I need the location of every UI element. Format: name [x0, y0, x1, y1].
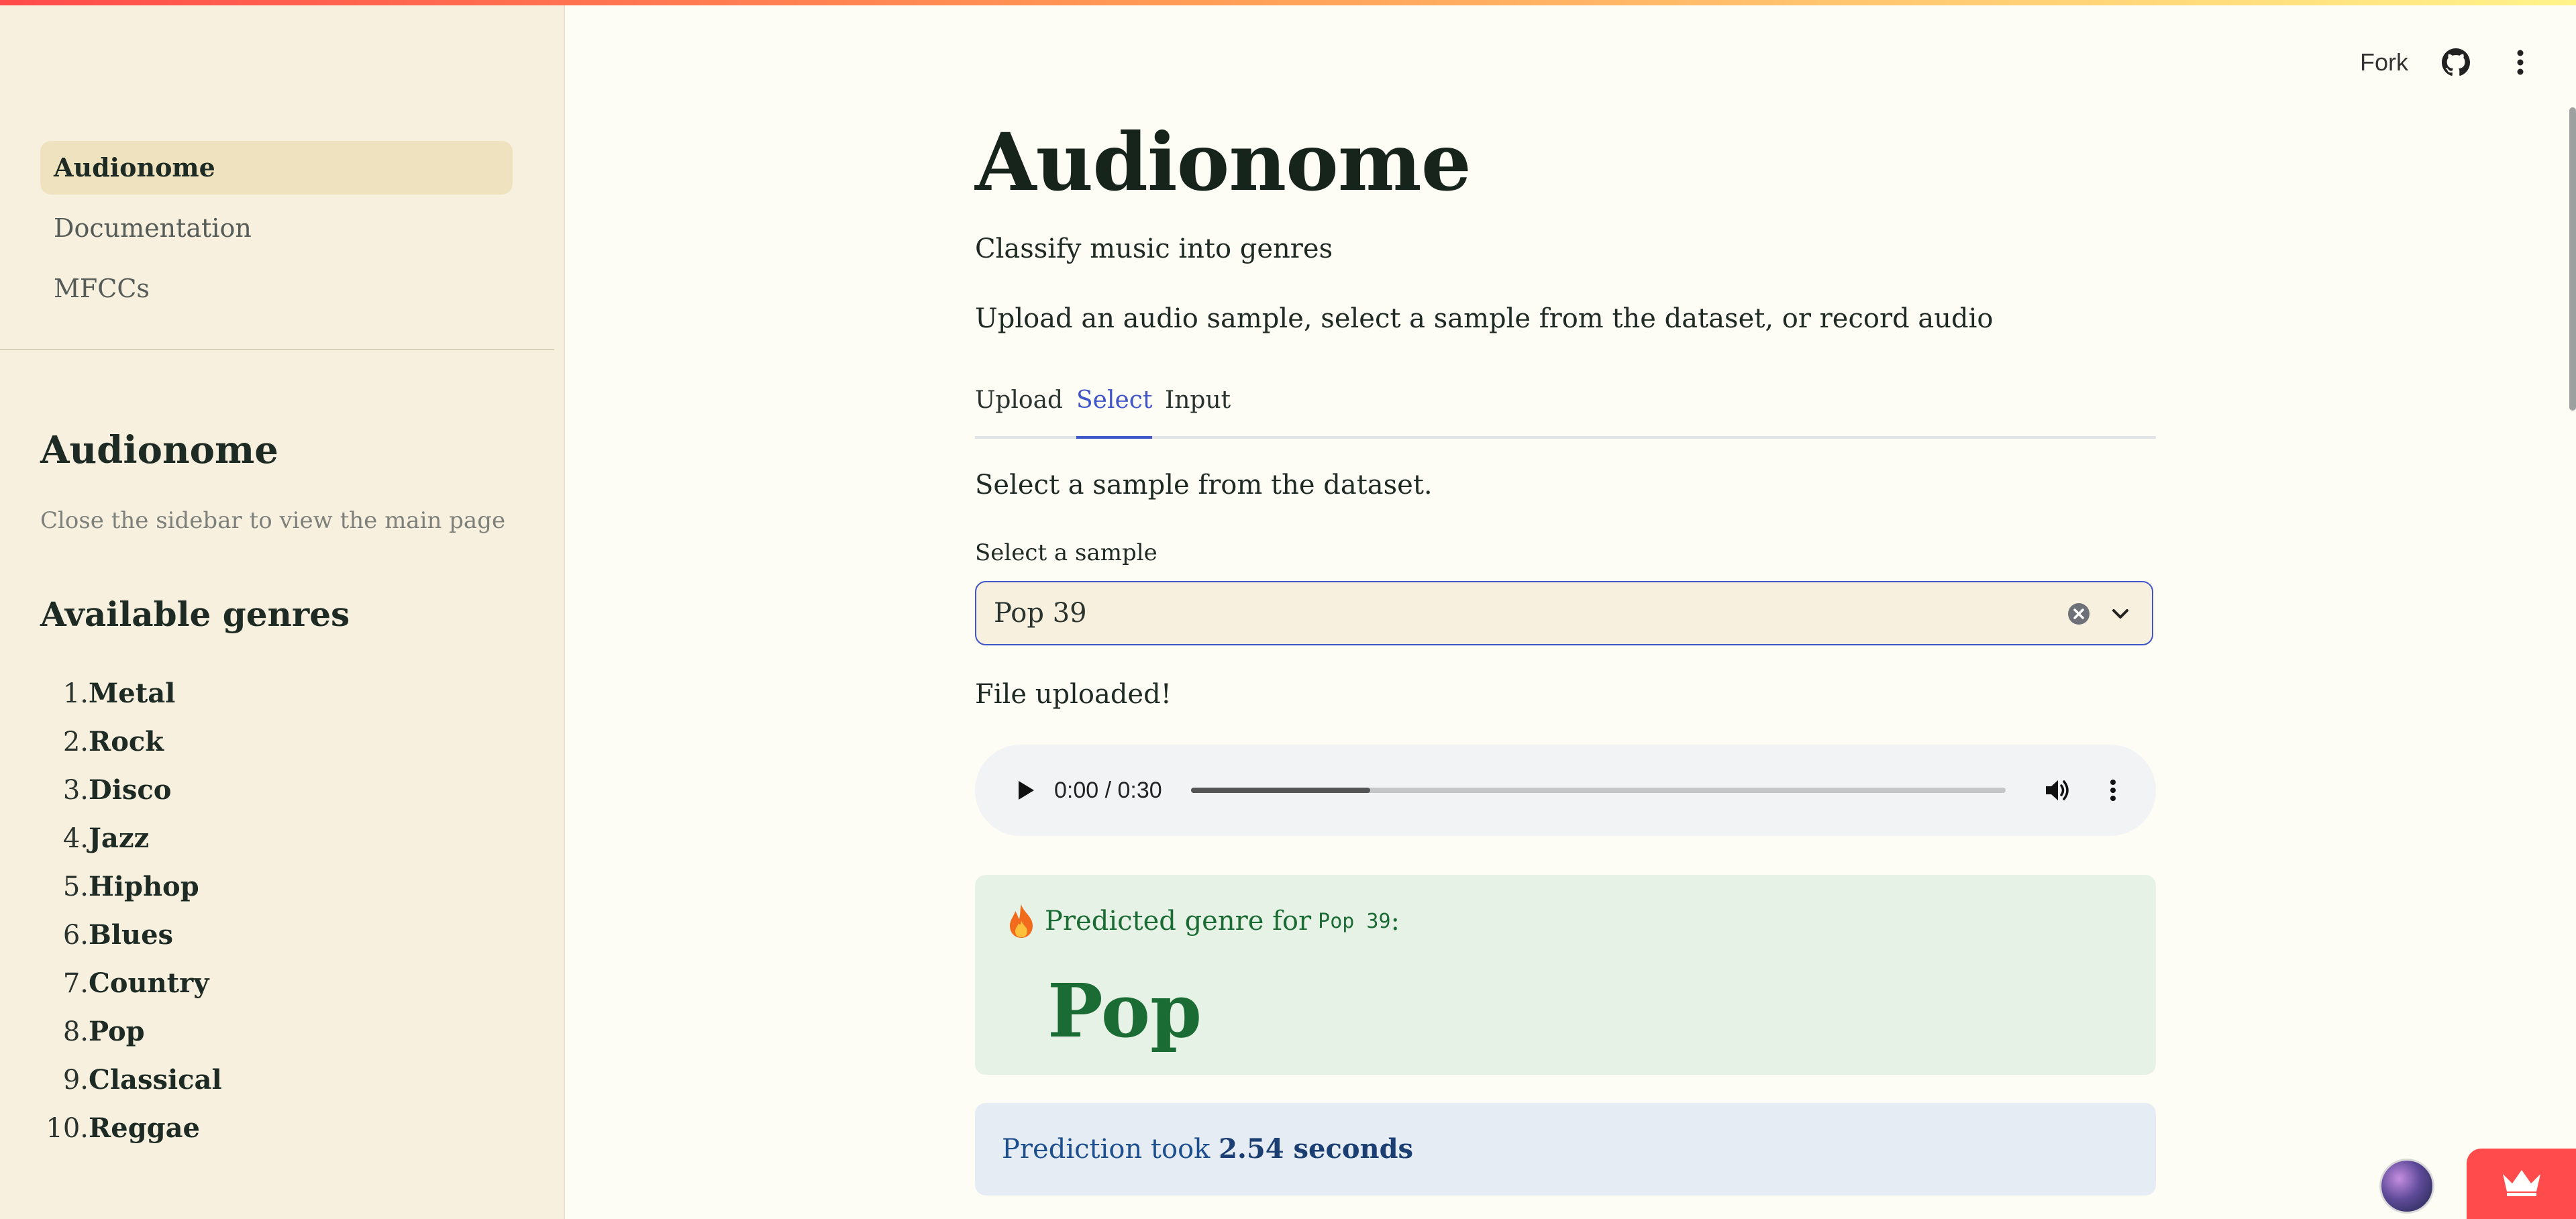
list-number: 6. — [62, 920, 89, 951]
top-decoration-bar — [0, 0, 2576, 5]
select-label: Select a sample — [975, 539, 1157, 566]
genre-name: Jazz — [89, 823, 150, 854]
sidebar-item-audionome[interactable]: Audionome — [40, 141, 513, 195]
list-number: 9. — [62, 1065, 89, 1096]
prediction-result-box: Predicted genre for Pop 39 : Pop — [975, 875, 2156, 1075]
genre-name: Hiphop — [89, 871, 199, 902]
list-item: 5. Hiphop — [0, 863, 537, 911]
list-item: 6. Blues — [0, 911, 537, 959]
prediction-time-prefix: Prediction took — [1002, 1134, 1210, 1165]
fork-link[interactable]: Fork — [2360, 48, 2408, 76]
genres-heading: Available genres — [40, 594, 350, 634]
genre-name: Pop — [89, 1016, 145, 1047]
audio-buffered-fill — [1191, 788, 1371, 793]
genre-name: Blues — [89, 919, 174, 951]
list-item: 2. Rock — [0, 718, 537, 766]
tab-select[interactable]: Select — [1076, 384, 1153, 439]
genre-name: Metal — [89, 678, 176, 709]
list-number: 8. — [62, 1016, 89, 1047]
avatar[interactable] — [2379, 1159, 2434, 1214]
genre-name: Disco — [89, 774, 172, 806]
prediction-prefix: Predicted genre for — [1045, 906, 1312, 937]
instructions-text: Upload an audio sample, select a sample … — [975, 303, 1994, 334]
streamlit-badge[interactable] — [2467, 1149, 2576, 1219]
volume-icon[interactable] — [2041, 774, 2073, 806]
crown-icon — [2503, 1170, 2540, 1196]
sidebar-item-mfccs[interactable]: MFCCs — [40, 262, 513, 315]
list-item: 1. Metal — [0, 670, 537, 718]
more-options-icon[interactable] — [2097, 774, 2129, 806]
audio-player: 0:00 / 0:30 — [975, 745, 2156, 836]
tab-bar: Upload Select Input — [975, 384, 2156, 439]
audio-progress-slider[interactable] — [1191, 788, 2006, 793]
tab-upload[interactable]: Upload — [975, 384, 1063, 436]
list-item: 8. Pop — [0, 1008, 537, 1056]
predicted-genre: Pop — [1047, 967, 1202, 1054]
select-description: Select a sample from the dataset. — [975, 470, 1433, 500]
list-number: 7. — [62, 968, 89, 999]
sidebar-divider — [0, 349, 554, 350]
kebab-menu-icon[interactable] — [2504, 46, 2537, 79]
chevron-down-icon[interactable] — [2109, 602, 2132, 625]
list-item: 3. Disco — [0, 766, 537, 814]
list-item: 10. Reggae — [0, 1104, 537, 1153]
sidebar-caption: Close the sidebar to view the main page — [40, 507, 506, 534]
sidebar-nav: Audionome Documentation MFCCs — [40, 141, 513, 322]
upload-status-message: File uploaded! — [975, 679, 1172, 710]
page-scrollbar[interactable] — [2569, 107, 2576, 411]
header-toolbar: Fork — [2360, 46, 2537, 79]
genre-name: Reggae — [89, 1112, 200, 1144]
sidebar: Audionome Documentation MFCCs Audionome … — [0, 5, 565, 1219]
list-item: 9. Classical — [0, 1056, 537, 1104]
fire-icon — [1006, 903, 1037, 939]
prediction-sample-code: Pop 39 — [1318, 909, 1391, 933]
genre-name: Country — [89, 967, 209, 999]
prediction-label: Predicted genre for Pop 39 : — [1006, 903, 1400, 939]
genre-name: Classical — [89, 1064, 222, 1096]
tab-input[interactable]: Input — [1165, 384, 1231, 436]
github-icon[interactable] — [2439, 46, 2473, 79]
audio-time: 0:00 / 0:30 — [1054, 778, 1162, 803]
list-item: 4. Jazz — [0, 814, 537, 863]
sidebar-item-documentation[interactable]: Documentation — [40, 201, 513, 255]
clear-icon[interactable] — [2067, 602, 2090, 625]
list-number: 10. — [46, 1113, 89, 1144]
prediction-time-value: 2.54 seconds — [1219, 1133, 1414, 1165]
prediction-time-text: Prediction took 2.54 seconds — [1002, 1103, 1413, 1196]
list-number: 1. — [62, 678, 89, 709]
prediction-suffix: : — [1390, 906, 1400, 937]
list-item: 7. Country — [0, 959, 537, 1008]
prediction-time-box: Prediction took 2.54 seconds — [975, 1103, 2156, 1196]
list-number: 4. — [62, 823, 89, 854]
sidebar-title: Audionome — [40, 428, 278, 472]
sample-select[interactable]: Pop 39 — [975, 581, 2153, 645]
play-icon[interactable] — [1009, 774, 1041, 806]
page-subtitle: Classify music into genres — [975, 233, 1333, 264]
page-title: Audionome — [975, 115, 1472, 209]
select-value: Pop 39 — [994, 598, 1087, 629]
list-number: 2. — [62, 727, 89, 757]
list-number: 3. — [62, 775, 89, 806]
genre-name: Rock — [89, 726, 164, 757]
list-number: 5. — [62, 871, 89, 902]
genre-list: 1. Metal 2. Rock 3. Disco 4. Jazz 5. Hiphop 6… — [0, 670, 537, 1153]
